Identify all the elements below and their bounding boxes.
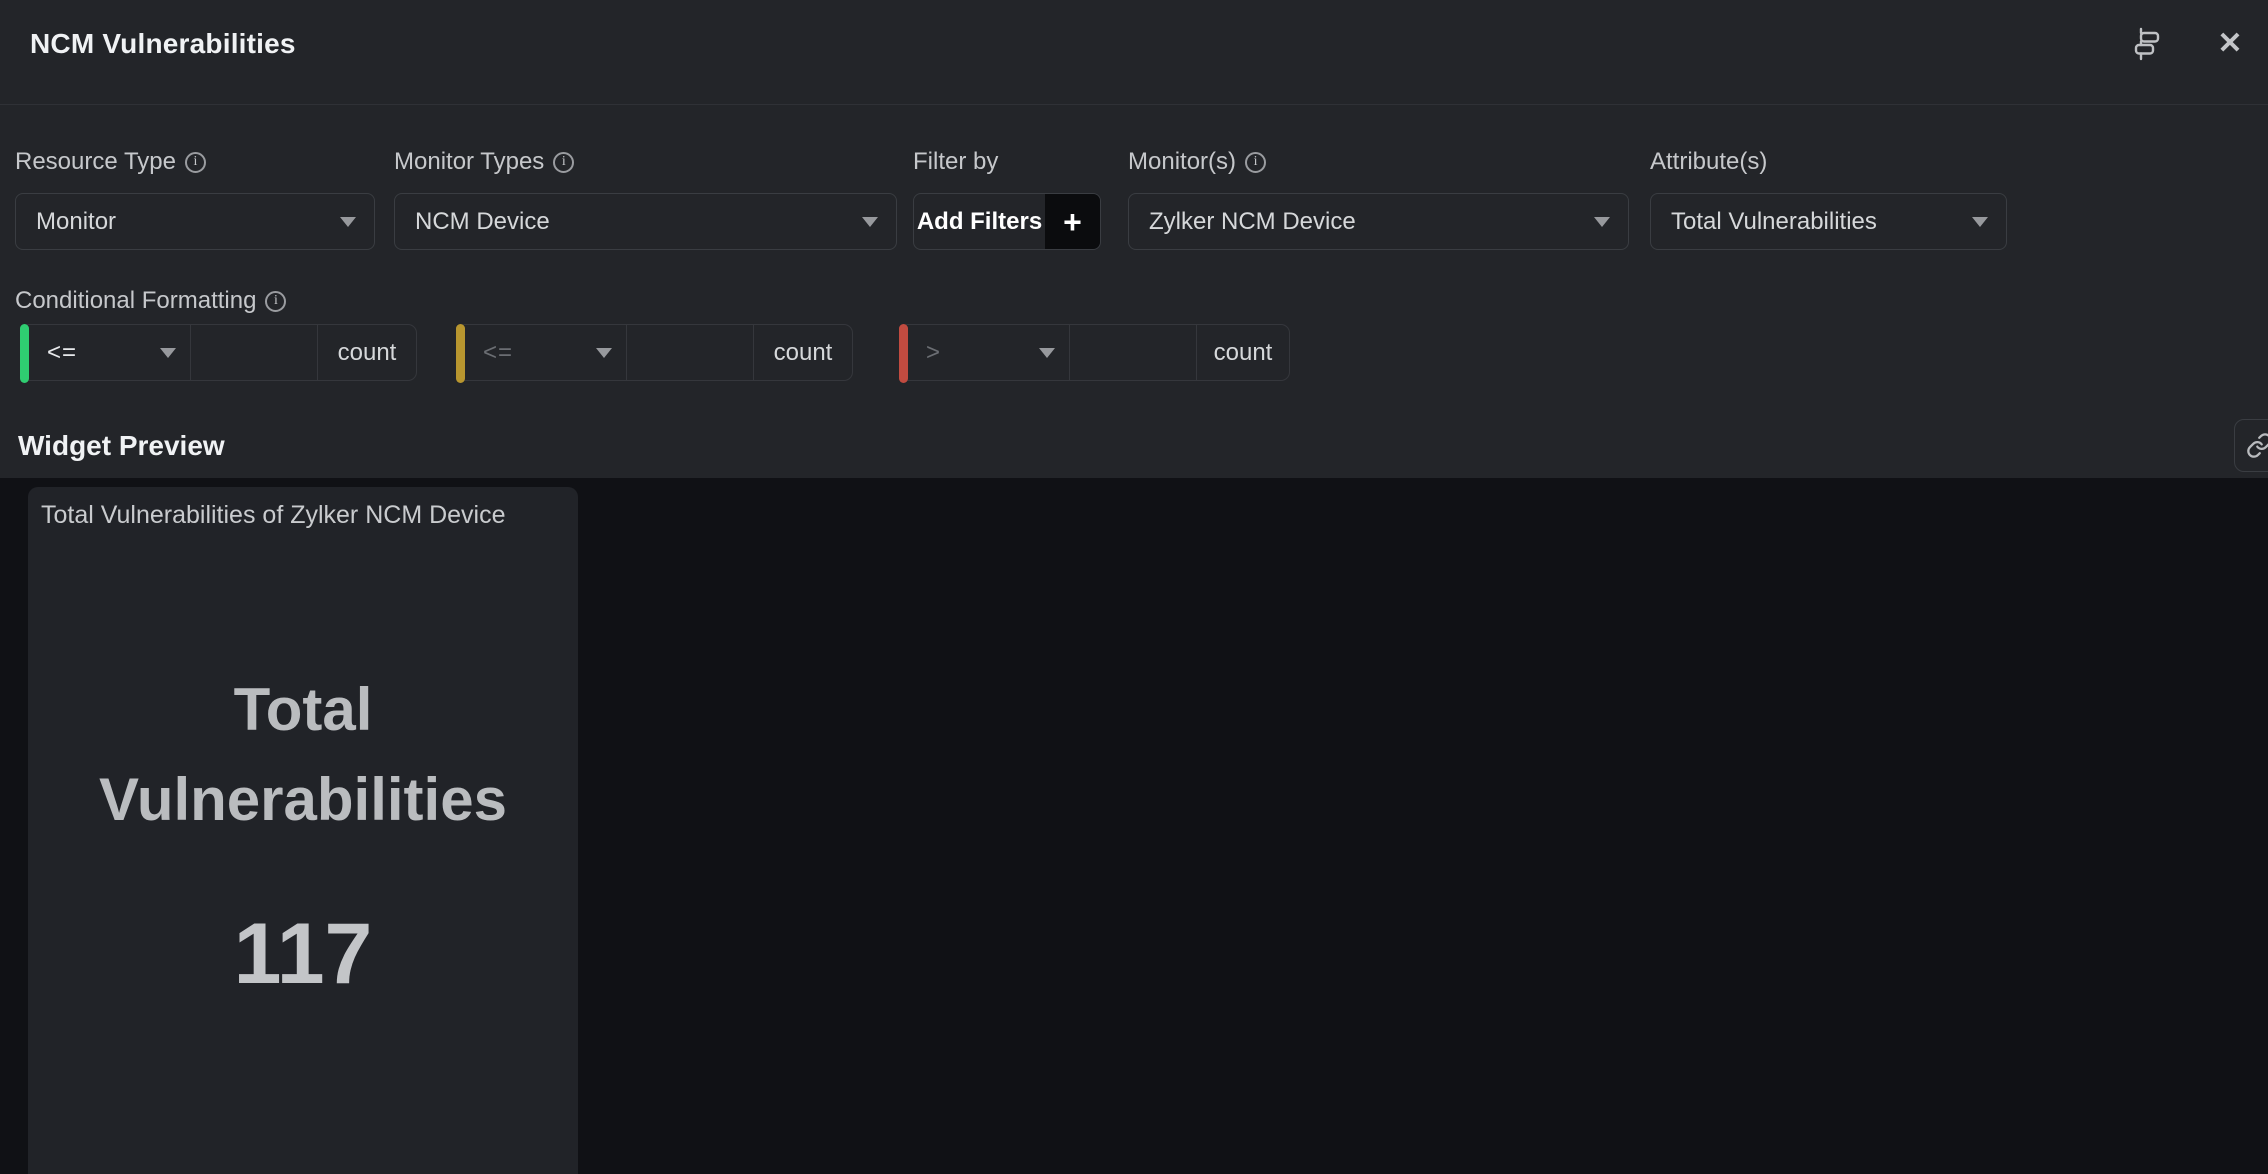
rule-value-field [1070,325,1197,380]
rule-operator-select[interactable]: <= [465,325,627,380]
rule-value-input[interactable] [1070,325,1196,380]
conditional-rule-red: > count [899,324,1290,381]
resource-type-label: Resource Type i [15,148,375,176]
rule-operator-select[interactable]: <= [29,325,191,380]
dialog-header: NCM Vulnerabilities ✕ [0,0,2268,105]
chevron-down-icon [862,217,878,227]
rule-color-bar-yellow [456,324,465,383]
add-filters-control: Add Filters + [913,193,1101,250]
rule-value-field [627,325,754,380]
resource-type-select[interactable]: Monitor [15,193,375,250]
rule-color-bar-green [20,324,29,383]
metric-value: 117 [28,905,578,1004]
link-button[interactable] [2234,419,2268,472]
field-resource-type: Resource Type i Monitor [15,148,375,250]
layout-signpost-icon[interactable] [2126,24,2166,64]
monitor-types-select[interactable]: NCM Device [394,193,897,250]
info-icon[interactable]: i [1245,152,1266,173]
conditional-formatting-label: Conditional Formatting i [15,287,286,315]
field-filter-by: Filter by Add Filters + [913,148,1101,250]
chevron-down-icon [1039,348,1055,358]
header-icons: ✕ [2126,24,2250,64]
monitor-types-label: Monitor Types i [394,148,897,176]
field-monitor-types: Monitor Types i NCM Device [394,148,897,250]
close-icon[interactable]: ✕ [2210,24,2250,64]
widget-card-title: Total Vulnerabilities of Zylker NCM Devi… [41,501,565,530]
page-title: NCM Vulnerabilities [30,28,296,60]
filter-by-label: Filter by [913,148,1101,176]
info-icon[interactable]: i [265,291,286,312]
attributes-label: Attribute(s) [1650,148,2007,176]
monitors-select[interactable]: Zylker NCM Device [1128,193,1629,250]
rule-unit-label: count [318,325,416,380]
info-icon[interactable]: i [185,152,206,173]
field-monitors: Monitor(s) i Zylker NCM Device [1128,148,1629,250]
widget-card: Total Vulnerabilities of Zylker NCM Devi… [28,487,578,1174]
rule-operator-select[interactable]: > [908,325,1070,380]
chevron-down-icon [160,348,176,358]
attributes-select[interactable]: Total Vulnerabilities [1650,193,2007,250]
info-icon[interactable]: i [553,152,574,173]
field-attributes: Attribute(s) Total Vulnerabilities [1650,148,2007,250]
chevron-down-icon [596,348,612,358]
rule-value-input[interactable] [627,325,753,380]
monitors-label: Monitor(s) i [1128,148,1629,176]
monitors-value: Zylker NCM Device [1129,208,1356,236]
monitor-types-value: NCM Device [395,208,550,236]
resource-type-value: Monitor [16,208,116,236]
rule-value-field [191,325,318,380]
attributes-value: Total Vulnerabilities [1651,208,1877,236]
chevron-down-icon [340,217,356,227]
metric-label: Total Vulnerabilities [38,665,568,845]
add-filters-button[interactable]: Add Filters [914,194,1045,249]
chevron-down-icon [1594,217,1610,227]
widget-preview-area: Total Vulnerabilities of Zylker NCM Devi… [0,478,2268,1174]
widget-preview-title: Widget Preview [18,430,225,462]
conditional-rule-green: <= count [20,324,417,381]
rule-unit-label: count [1197,325,1289,380]
rule-unit-label: count [754,325,852,380]
rule-color-bar-red [899,324,908,383]
rule-value-input[interactable] [191,325,317,380]
chevron-down-icon [1972,217,1988,227]
plus-icon[interactable]: + [1045,194,1100,249]
conditional-rule-yellow: <= count [456,324,853,381]
link-icon [2246,432,2268,459]
